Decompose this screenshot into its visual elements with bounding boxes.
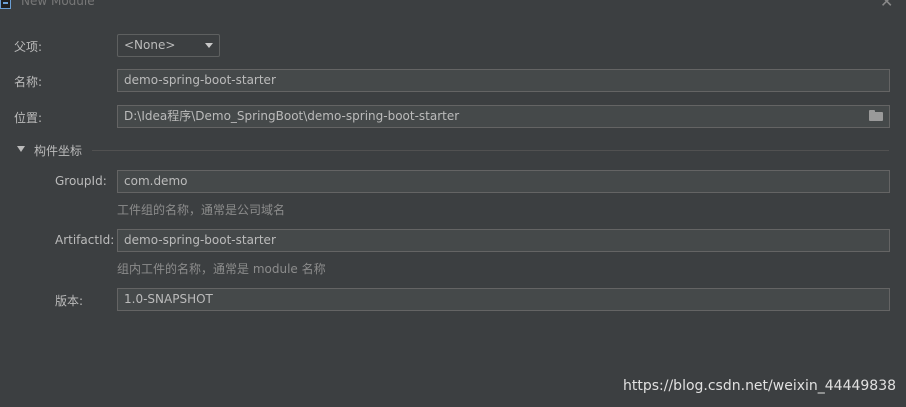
name-label: 名称: xyxy=(14,75,43,89)
folder-icon[interactable] xyxy=(869,110,883,121)
artifactid-hint: 组内工件的名称，通常是 module 名称 xyxy=(117,262,326,276)
artifactid-field[interactable]: demo-spring-boot-starter xyxy=(117,229,890,252)
groupid-label: GroupId: xyxy=(55,174,107,188)
new-module-dialog: New Module ✕ 父项: <None> 名称: demo-spring-… xyxy=(0,0,906,407)
app-icon xyxy=(0,0,11,9)
location-label: 位置: xyxy=(14,111,43,125)
watermark-text: https://blog.csdn.net/weixin_44449838 xyxy=(623,378,897,394)
parent-select-value: <None> xyxy=(124,38,176,52)
name-field[interactable]: demo-spring-boot-starter xyxy=(117,69,890,92)
close-icon[interactable]: ✕ xyxy=(880,0,893,11)
window-title: New Module xyxy=(21,0,95,8)
groupid-field[interactable]: com.demo xyxy=(117,170,890,193)
section-divider xyxy=(92,150,889,151)
version-field[interactable]: 1.0-SNAPSHOT xyxy=(117,288,890,311)
location-value: D:\Idea程序\Demo_SpringBoot\demo-spring-bo… xyxy=(124,109,460,123)
section-title[interactable]: 构件坐标 xyxy=(34,142,82,159)
triangle-down-icon[interactable] xyxy=(17,146,25,152)
location-field[interactable]: D:\Idea程序\Demo_SpringBoot\demo-spring-bo… xyxy=(117,105,890,128)
version-label: 版本: xyxy=(55,294,84,308)
artifactid-label: ArtifactId: xyxy=(55,233,115,247)
chevron-down-icon xyxy=(205,43,213,48)
parent-select[interactable]: <None> xyxy=(117,34,220,57)
groupid-hint: 工件组的名称，通常是公司域名 xyxy=(117,203,286,217)
title-bar: New Module ✕ xyxy=(0,0,906,12)
parent-label: 父项: xyxy=(14,40,43,54)
